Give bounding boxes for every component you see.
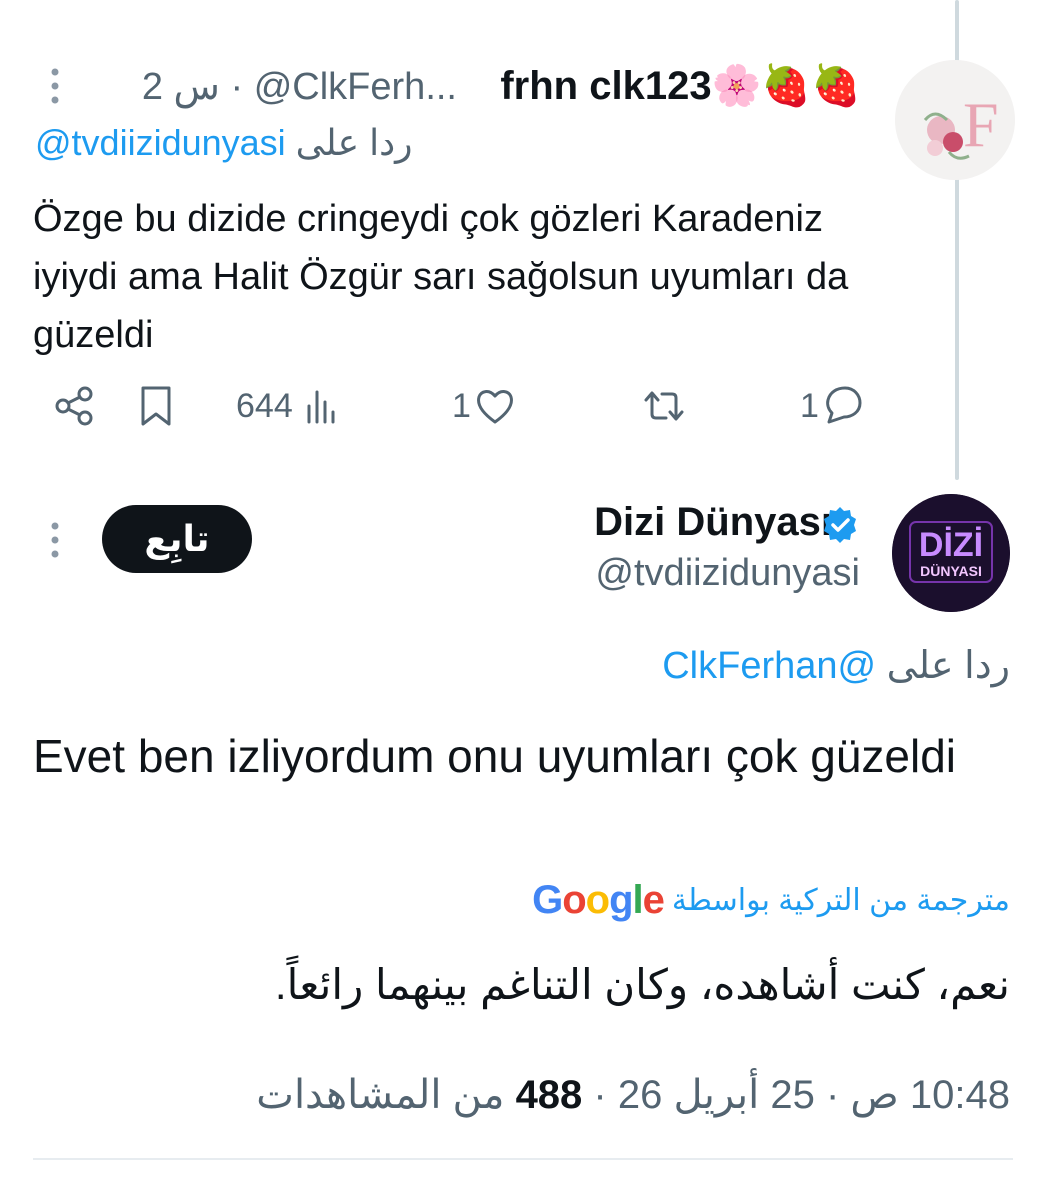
- share-icon: [55, 386, 93, 426]
- tweet-timestamp-row: 10:48 ص · 25 أبريل 26 · 488 من المشاهدات: [256, 1073, 1010, 1117]
- divider: [33, 1158, 1013, 1160]
- reply-replying-to: @tvdiizidunyasi ردا على: [35, 122, 413, 164]
- avatar-letter: F: [963, 89, 999, 160]
- heart-icon: [476, 390, 513, 424]
- reply-meta: 2 س · @ClkFerh...: [141, 66, 457, 108]
- retweet-icon: [644, 391, 684, 421]
- tweet-date[interactable]: 25 أبريل 26: [618, 1073, 815, 1117]
- like-count: 1: [452, 386, 471, 425]
- reply-action-bar: 644 1 1: [40, 378, 880, 438]
- main-author-handle[interactable]: @tvdiizidunyasi: [595, 552, 860, 595]
- main-replying-to: ردا على @ClkFerhan: [662, 643, 1010, 688]
- reply-author-emoji: 🌸🍓🍓: [711, 64, 861, 108]
- views-count: 644: [236, 386, 293, 425]
- comment-icon: [826, 386, 862, 424]
- share-button[interactable]: [52, 378, 96, 434]
- reply-time[interactable]: 2 س: [142, 66, 220, 108]
- main-author-avatar[interactable]: DİZİ DÜNYASI: [892, 494, 1010, 612]
- views-button[interactable]: 644: [236, 378, 341, 434]
- retweet-button[interactable]: [640, 378, 688, 434]
- bookmark-button[interactable]: [136, 378, 176, 434]
- reply-replying-to-prefix: ردا على: [295, 122, 413, 163]
- reply-replying-to-handle[interactable]: @tvdiizidunyasi: [35, 122, 286, 163]
- like-button[interactable]: 1: [452, 378, 517, 434]
- bookmark-icon: [141, 386, 171, 426]
- reply-author-handle[interactable]: @ClkFerh...: [254, 66, 457, 108]
- main-tweet-text: Evet ben izliyordum onu uyumları çok güz…: [33, 730, 957, 782]
- avatar-text-top: DİZİ: [919, 526, 983, 564]
- views-chart-icon: [307, 390, 335, 424]
- follow-button[interactable]: تابِع: [102, 505, 252, 573]
- reply-more-options-icon[interactable]: [45, 66, 65, 106]
- reply-author-avatar[interactable]: F: [895, 60, 1015, 180]
- reply-author-name[interactable]: frhn clk123: [500, 64, 711, 108]
- reply-author-name-row[interactable]: frhn clk123🌸🍓🍓: [500, 62, 861, 109]
- reply-tweet-text: Özge bu dizide cringeydi çok gözleri Kar…: [33, 198, 849, 356]
- reply-button[interactable]: 1: [800, 378, 865, 434]
- main-replying-to-handle[interactable]: @ClkFerhan: [662, 645, 876, 687]
- verified-badge-icon: [820, 505, 860, 550]
- tweet-time[interactable]: 10:48 ص: [850, 1073, 1010, 1117]
- main-replying-to-prefix: ردا على: [886, 645, 1010, 687]
- reply-count: 1: [800, 386, 819, 425]
- translated-text: نعم، كنت أشاهده، وكان التناغم بينهما رائ…: [274, 961, 1010, 1008]
- google-logo: Google: [532, 878, 665, 922]
- views-total: 488: [515, 1073, 583, 1117]
- translation-attribution: مترجمة من التركية بواسطة Google: [532, 878, 1010, 923]
- translated-by-label[interactable]: مترجمة من التركية بواسطة: [672, 883, 1010, 918]
- views-label: من المشاهدات: [256, 1073, 505, 1117]
- avatar-text-bottom: DÜNYASI: [920, 563, 982, 579]
- main-more-options-icon[interactable]: [45, 520, 65, 560]
- main-author-name[interactable]: Dizi Dünyası: [594, 500, 832, 545]
